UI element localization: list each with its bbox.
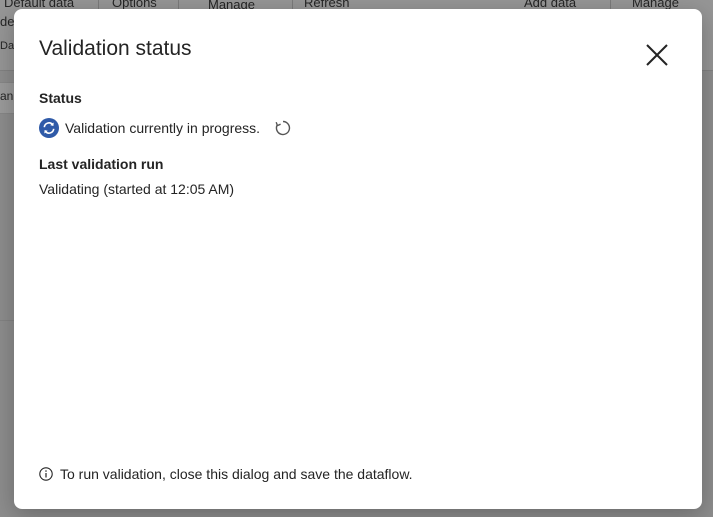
validation-status-dialog: Validation status Status Validation curr… — [14, 9, 702, 509]
status-row: Validation currently in progress. — [39, 117, 292, 139]
last-run-heading: Last validation run — [39, 156, 164, 172]
footer-note: To run validation, close this dialog and… — [39, 466, 413, 482]
info-icon — [39, 467, 53, 481]
refresh-spinner-icon — [275, 120, 291, 136]
footer-text: To run validation, close this dialog and… — [60, 466, 413, 482]
close-icon — [646, 44, 668, 66]
dialog-title: Validation status — [39, 37, 192, 60]
last-run-text: Validating (started at 12:05 AM) — [39, 181, 235, 197]
status-heading: Status — [39, 90, 82, 106]
sync-icon — [39, 118, 59, 138]
close-button[interactable] — [642, 40, 672, 70]
status-text: Validation currently in progress. — [65, 120, 261, 136]
